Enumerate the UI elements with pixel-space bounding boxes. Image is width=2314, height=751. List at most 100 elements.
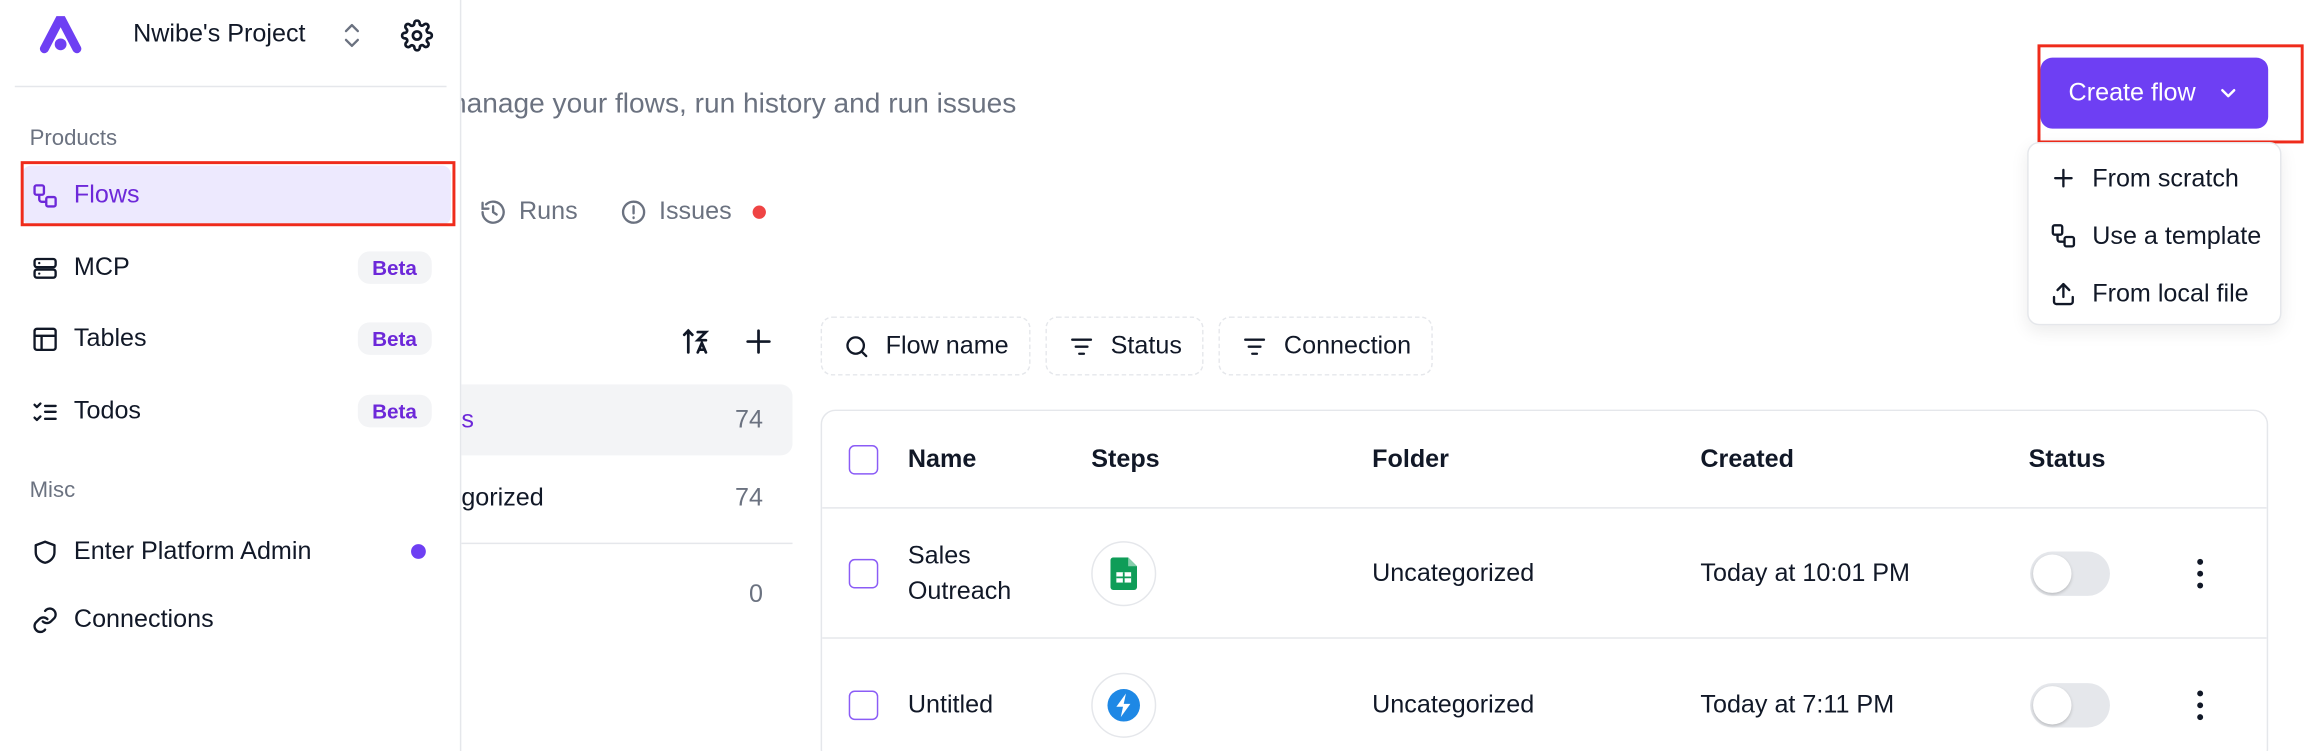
sidebar-divider — [14, 85, 447, 88]
shield-icon — [34, 539, 56, 564]
table-row[interactable]: Sales Outreach Uncategorized Today at 10… — [822, 509, 2267, 639]
sidebar: Nwibe's Project Products Flows MCP Beta … — [0, 0, 462, 751]
folder-count: 74 — [734, 483, 763, 512]
column-header-folder[interactable]: Folder — [1372, 411, 1449, 507]
column-header-created[interactable]: Created — [1700, 411, 1794, 507]
list-checks-icon — [33, 401, 57, 421]
sidebar-item-label: Todos — [73, 396, 142, 425]
sidebar-item-todos[interactable]: Todos Beta — [22, 381, 451, 440]
beta-badge: Beta — [357, 251, 432, 284]
add-folder-icon[interactable] — [742, 325, 775, 358]
search-icon — [846, 335, 868, 357]
status-toggle[interactable] — [2030, 550, 2110, 596]
folder-tools — [680, 325, 775, 358]
sidebar-item-label: Enter Platform Admin — [73, 536, 312, 565]
row-checkbox[interactable] — [848, 558, 879, 588]
sidebar-item-label: Tables — [73, 323, 147, 352]
flow-name-line: Outreach — [907, 575, 1012, 605]
menu-item-use-template[interactable]: Use a template — [2029, 207, 2280, 265]
beta-badge: Beta — [357, 322, 432, 355]
flow-name-line: Sales — [907, 540, 971, 569]
webhook-trigger-icon — [1091, 672, 1157, 738]
plus-icon — [2054, 168, 2073, 188]
sort-icon[interactable] — [680, 325, 713, 358]
sidebar-item-label: Flows — [73, 180, 140, 209]
column-header-name[interactable]: Name — [908, 411, 976, 507]
filter-lines-icon — [1071, 337, 1093, 355]
table-icon — [33, 326, 57, 351]
sidebar-item-label: MCP — [73, 252, 130, 281]
flow-name-filter[interactable]: Flow name — [820, 316, 1031, 376]
menu-item-from-scratch[interactable]: From scratch — [2029, 149, 2280, 207]
status-filter[interactable]: Status — [1045, 316, 1205, 376]
folder-row-uncategorized[interactable]: gorized 74 — [461, 463, 792, 534]
flow-name[interactable]: Untitled — [908, 640, 993, 751]
column-header-steps: Steps — [1091, 444, 1160, 473]
select-all-checkbox[interactable] — [848, 444, 879, 474]
sidebar-item-tables[interactable]: Tables Beta — [22, 309, 451, 368]
more-options-icon[interactable] — [2197, 689, 2204, 720]
chevrons-up-down-icon[interactable] — [340, 21, 364, 51]
workflow-icon — [2051, 224, 2076, 248]
google-sheets-icon — [1091, 540, 1157, 606]
flows-tabs: Runs Issues — [479, 197, 766, 227]
filter-label: Connection — [1283, 331, 1412, 360]
issues-indicator-dot — [752, 204, 766, 219]
app-logo-icon — [39, 16, 82, 54]
folder-count: 0 — [748, 579, 763, 608]
section-label-misc: Misc — [29, 477, 76, 503]
tab-runs-label: Runs — [518, 196, 578, 225]
filter-bar: Flow name Status Connection — [820, 316, 1434, 376]
tab-issues-label: Issues — [658, 196, 732, 225]
folder-divider — [461, 542, 793, 545]
sidebar-item-flows[interactable]: Flows — [22, 165, 451, 225]
folder-row-all[interactable]: s 74 — [461, 384, 793, 456]
workflow-icon — [33, 183, 57, 207]
beta-badge: Beta — [357, 394, 432, 428]
folder-label: s — [461, 405, 474, 434]
filter-lines-icon — [1244, 337, 1266, 355]
sidebar-item-label: Connections — [73, 604, 214, 633]
connection-filter[interactable]: Connection — [1218, 316, 1434, 376]
history-icon — [481, 199, 505, 224]
project-name[interactable]: Nwibe's Project — [133, 19, 305, 49]
section-label-products: Products — [29, 125, 118, 151]
menu-item-from-local-file[interactable]: From local file — [2029, 265, 2280, 323]
status-toggle[interactable] — [2030, 682, 2110, 727]
tab-issues[interactable]: Issues — [619, 197, 766, 227]
flow-name[interactable]: Sales Outreach — [908, 509, 1011, 638]
row-checkbox[interactable] — [848, 689, 879, 720]
folder-row-other[interactable]: 0 — [461, 559, 792, 630]
filter-label: Flow name — [885, 331, 1009, 360]
flow-folder: Uncategorized — [1372, 689, 1535, 718]
menu-item-label: From scratch — [2092, 163, 2239, 192]
upload-icon — [2052, 282, 2074, 306]
sidebar-item-mcp[interactable]: MCP Beta — [22, 238, 451, 297]
sidebar-item-platform-admin[interactable]: Enter Platform Admin — [22, 522, 451, 581]
table-row[interactable]: Untitled Uncategorized Today at 7:11 PM — [822, 640, 2267, 751]
create-flow-button[interactable]: Create flow — [2040, 57, 2269, 129]
create-flow-label: Create flow — [2068, 78, 2196, 107]
server-icon — [33, 257, 57, 279]
table-header: Name Steps Folder Created Status — [822, 411, 2267, 509]
sidebar-item-connections[interactable]: Connections — [22, 590, 451, 649]
gear-icon[interactable] — [400, 19, 434, 52]
create-flow-menu: From scratch Use a template From local f… — [2027, 141, 2282, 326]
filter-label: Status — [1110, 331, 1182, 360]
chevron-down-icon — [2221, 88, 2236, 98]
notification-dot — [411, 544, 426, 559]
flow-created: Today at 10:01 PM — [1700, 558, 1911, 587]
alert-circle-icon — [621, 199, 645, 224]
folder-count: 74 — [734, 405, 763, 434]
flows-table: Name Steps Folder Created Status Sales O… — [820, 409, 2269, 751]
page-subtitle: nanage your flows, run history and run i… — [450, 88, 1017, 120]
tab-runs[interactable]: Runs — [479, 197, 578, 227]
flow-created: Today at 7:11 PM — [1700, 689, 1895, 718]
menu-item-label: From local file — [2092, 278, 2249, 307]
menu-item-label: Use a template — [2092, 221, 2262, 250]
link-icon — [33, 606, 57, 633]
flow-folder: Uncategorized — [1372, 558, 1535, 587]
more-options-icon[interactable] — [2197, 558, 2204, 588]
column-header-status: Status — [2028, 444, 2106, 473]
folder-label: gorized — [461, 483, 544, 512]
